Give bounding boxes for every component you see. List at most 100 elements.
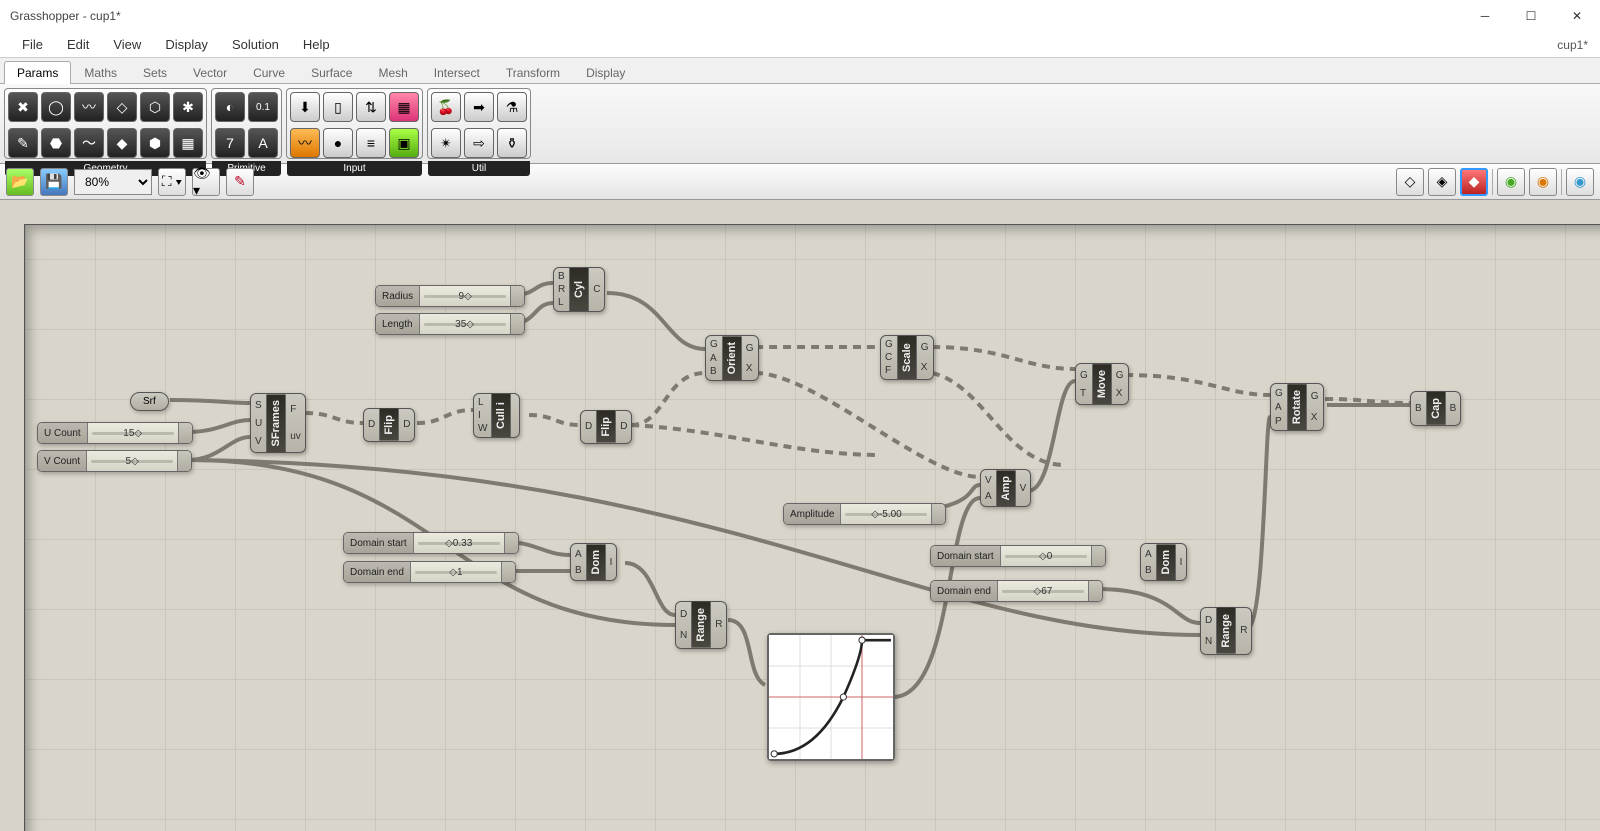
slider-length[interactable]: Length 35 ◇ [375, 313, 525, 335]
component-range-1[interactable]: DN Range R [675, 601, 727, 649]
input-icon[interactable]: ● [323, 128, 353, 158]
input-icon[interactable]: ⇅ [356, 92, 386, 122]
tab-intersect[interactable]: Intersect [421, 61, 493, 84]
slider-domain-start-2[interactable]: Domain start ◇ 0 [930, 545, 1106, 567]
util-icon[interactable]: 🍒 [431, 92, 461, 122]
geometry-icon[interactable]: ▦ [173, 128, 203, 158]
slider-domain-end-2[interactable]: Domain end ◇ 67 [930, 580, 1103, 602]
slider-ucount[interactable]: U Count 15 ◇ [37, 422, 193, 444]
preview-blue-icon[interactable]: ◉ [1566, 168, 1594, 196]
slider-grip[interactable] [1088, 581, 1102, 601]
input-icon[interactable]: ▯ [323, 92, 353, 122]
component-sframes[interactable]: SUV SFrames Fuv [250, 393, 306, 453]
geometry-icon[interactable]: ⬡ [140, 92, 170, 122]
slider-domain-start-1[interactable]: Domain start ◇ 0.33 [343, 532, 519, 554]
slider-grip[interactable] [504, 533, 518, 553]
geometry-icon[interactable]: ◇ [107, 92, 137, 122]
tab-params[interactable]: Params [4, 61, 71, 84]
tab-maths[interactable]: Maths [71, 61, 130, 84]
primitive-icon[interactable]: A [248, 128, 278, 158]
util-icon[interactable]: ⚗ [497, 92, 527, 122]
component-flip-1[interactable]: D Flip D [363, 408, 415, 442]
display-wire-icon[interactable]: ◇ [1396, 168, 1424, 196]
preview-green-icon[interactable]: ◉ [1497, 168, 1525, 196]
sketch-icon[interactable]: ✎ [226, 168, 254, 196]
tab-sets[interactable]: Sets [130, 61, 180, 84]
geometry-icon[interactable]: ◯ [41, 92, 71, 122]
slider-grip[interactable] [178, 423, 192, 443]
primitive-icon[interactable]: 0.1 [248, 92, 278, 122]
util-icon[interactable]: ⚱ [497, 128, 527, 158]
component-amplitude[interactable]: VA Amp V [980, 469, 1031, 507]
input-icon[interactable]: ≡ [356, 128, 386, 158]
tab-transform[interactable]: Transform [493, 61, 573, 84]
ribbon-group-geometry: ✖ ◯ 〰 ◇ ⬡ ✱ ✎ ⬣ 〜 ◆ ⬢ ▦ Geometry [4, 88, 207, 159]
param-surface[interactable]: Srf [130, 392, 169, 411]
component-graph-mapper[interactable] [767, 633, 895, 761]
window-maximize[interactable]: ☐ [1508, 0, 1554, 32]
canvas[interactable]: Radius 9 ◇ Length 35 ◇ U Count 15 ◇ V Co… [24, 224, 1600, 831]
save-file-icon[interactable]: 💾 [40, 168, 68, 196]
tab-display[interactable]: Display [573, 61, 638, 84]
geometry-icon[interactable]: ⬢ [140, 128, 170, 158]
slider-vcount[interactable]: V Count 5 ◇ [37, 450, 192, 472]
primitive-icon[interactable]: 7 [215, 128, 245, 158]
input-icon[interactable]: ▣ [389, 128, 419, 158]
canvas-viewport[interactable]: Radius 9 ◇ Length 35 ◇ U Count 15 ◇ V Co… [0, 200, 1600, 831]
display-render-icon[interactable]: ◆ [1460, 168, 1488, 196]
input-icon[interactable]: ▦ [389, 92, 419, 122]
slider-grip[interactable] [501, 562, 515, 582]
slider-grip[interactable] [510, 286, 524, 306]
component-flip-2[interactable]: D Flip D [580, 410, 632, 444]
component-rotate[interactable]: GAP Rotate GX [1270, 383, 1324, 431]
zoom-extents-icon[interactable]: ⛶ ▾ [158, 168, 186, 196]
util-icon[interactable]: ➡ [464, 92, 494, 122]
separator [1561, 169, 1562, 195]
component-orient[interactable]: GAB Orient GX [705, 335, 759, 381]
open-file-icon[interactable]: 📂 [6, 168, 34, 196]
slider-grip[interactable] [510, 314, 524, 334]
preview-orange-icon[interactable]: ◉ [1529, 168, 1557, 196]
tab-vector[interactable]: Vector [180, 61, 240, 84]
menu-edit[interactable]: Edit [55, 33, 101, 56]
slider-grip[interactable] [931, 504, 945, 524]
component-scale[interactable]: GCF Scale GX [880, 335, 934, 380]
slider-amplitude[interactable]: Amplitude ◇ -5.00 [783, 503, 946, 525]
component-domain-2[interactable]: AB Dom I [1140, 543, 1187, 581]
menu-view[interactable]: View [101, 33, 153, 56]
window-minimize[interactable]: ─ [1462, 0, 1508, 32]
geometry-icon[interactable]: 〰 [74, 92, 104, 122]
util-icon[interactable]: ✴ [431, 128, 461, 158]
geometry-icon[interactable]: ✱ [173, 92, 203, 122]
component-cylinder[interactable]: BRL Cyl C [553, 267, 605, 312]
component-domain-1[interactable]: AB Dom I [570, 543, 617, 581]
component-cap[interactable]: B Cap B [1410, 391, 1461, 426]
tab-mesh[interactable]: Mesh [365, 61, 420, 84]
geometry-icon[interactable]: 〜 [74, 128, 104, 158]
geometry-icon[interactable]: ✖ [8, 92, 38, 122]
geometry-icon[interactable]: ✎ [8, 128, 38, 158]
slider-grip[interactable] [177, 451, 191, 471]
geometry-icon[interactable]: ⬣ [41, 128, 71, 158]
input-icon[interactable]: ⬇ [290, 92, 320, 122]
component-range-2[interactable]: DN Range R [1200, 607, 1252, 655]
component-move[interactable]: GT Move GX [1075, 363, 1129, 405]
geometry-icon[interactable]: ◆ [107, 128, 137, 158]
tab-surface[interactable]: Surface [298, 61, 365, 84]
menu-display[interactable]: Display [153, 33, 220, 56]
display-shade-icon[interactable]: ◈ [1428, 168, 1456, 196]
zoom-select[interactable]: 80% [74, 169, 152, 195]
slider-domain-end-1[interactable]: Domain end ◇ 1 [343, 561, 516, 583]
menu-help[interactable]: Help [291, 33, 342, 56]
slider-radius[interactable]: Radius 9 ◇ [375, 285, 525, 307]
input-icon[interactable]: 〰 [290, 128, 320, 158]
preview-icon[interactable]: 👁 ▾ [192, 168, 220, 196]
tab-curve[interactable]: Curve [240, 61, 298, 84]
menu-solution[interactable]: Solution [220, 33, 291, 56]
component-cull-i[interactable]: LIW Cull i [473, 393, 520, 438]
primitive-icon[interactable]: ◐ [215, 92, 245, 122]
menu-file[interactable]: File [10, 33, 55, 56]
slider-grip[interactable] [1091, 546, 1105, 566]
util-icon[interactable]: ⇨ [464, 128, 494, 158]
window-close[interactable]: ✕ [1554, 0, 1600, 32]
